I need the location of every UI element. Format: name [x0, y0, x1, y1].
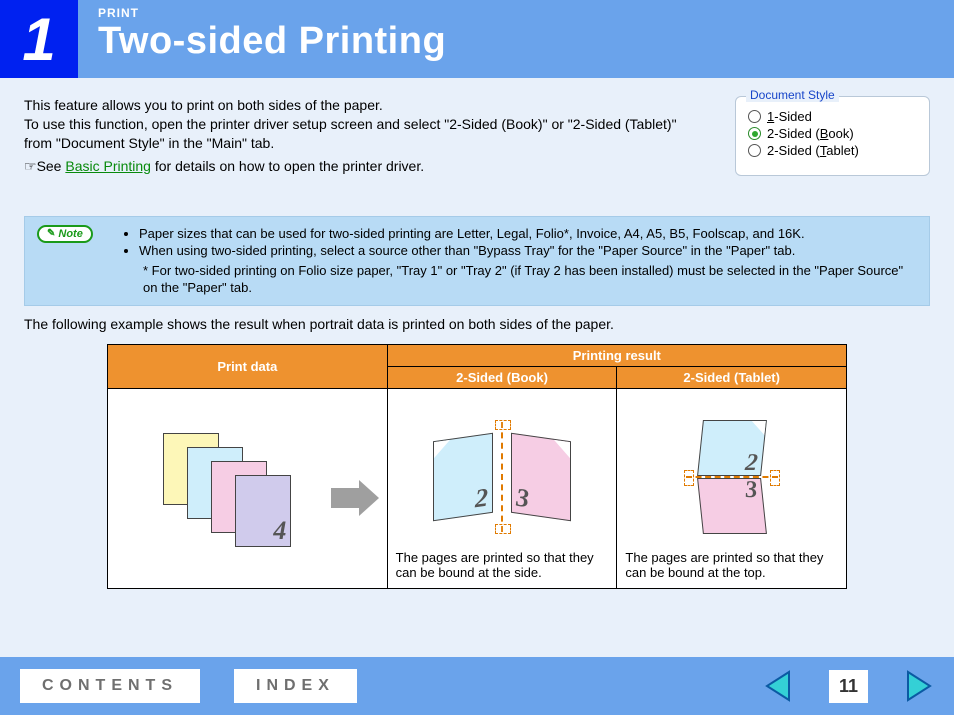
see-line: ☞See Basic Printing for details on how t… — [24, 157, 684, 176]
th-print-data: Print data — [108, 344, 388, 388]
page-icon: 4 — [235, 475, 291, 547]
see-prefix: See — [37, 158, 66, 174]
page-number: 11 — [829, 670, 868, 703]
see-suffix: for details on how to open the printer d… — [151, 158, 424, 174]
breadcrumb: PRINT — [98, 6, 446, 20]
prev-page-button[interactable] — [763, 670, 795, 702]
book-page-right: 3 — [511, 433, 571, 521]
radio-icon — [748, 144, 761, 157]
th-book: 2-Sided (Book) — [387, 366, 617, 388]
pointer-icon: ☞ — [24, 158, 37, 174]
footer-nav: CONTENTS INDEX 11 — [0, 657, 954, 715]
document-style-legend: Document Style — [746, 88, 839, 102]
tablet-caption: The pages are printed so that they can b… — [625, 550, 838, 580]
note-badge: ✎ Note — [37, 225, 93, 244]
book-diagram: 2 3 The pages are printed so that they c… — [387, 388, 617, 588]
note-footnote: * For two-sided printing on Folio size p… — [143, 262, 915, 297]
pencil-icon: ✎ — [47, 227, 55, 241]
note-box: ✎ Note Paper sizes that can be used for … — [24, 216, 930, 306]
intro-text: This feature allows you to print on both… — [24, 96, 684, 176]
binding-edge-icon — [501, 422, 503, 532]
result-table: Print data Printing result 2-Sided (Book… — [107, 344, 847, 589]
note-label: Note — [58, 227, 82, 242]
basic-printing-link[interactable]: Basic Printing — [65, 158, 151, 174]
radio-icon — [748, 127, 761, 140]
chapter-number: 1 — [0, 0, 78, 78]
content-area: This feature allows you to print on both… — [0, 78, 954, 589]
th-tablet: 2-Sided (Tablet) — [617, 366, 847, 388]
contents-button[interactable]: CONTENTS — [20, 669, 200, 703]
print-data-diagram: 1 2 3 4 — [108, 388, 388, 588]
note-list: Paper sizes that can be used for two-sid… — [125, 225, 915, 260]
th-printing-result: Printing result — [387, 344, 846, 366]
index-button[interactable]: INDEX — [234, 669, 357, 703]
example-intro: The following example shows the result w… — [24, 316, 930, 332]
radio-label: 2-Sided (Tablet) — [767, 143, 859, 158]
note-item: Paper sizes that can be used for two-sid… — [139, 225, 915, 243]
page-header: 1 PRINT Two-sided Printing — [0, 0, 954, 78]
tablet-diagram: 2 3 The pages are printed so that they c… — [617, 388, 847, 588]
document-style-panel: Document Style 1-Sided 2-Sided (Book) 2-… — [735, 96, 930, 176]
intro-line: This feature allows you to print on both… — [24, 96, 684, 115]
radio-label: 2-Sided (Book) — [767, 126, 854, 141]
page-title: Two-sided Printing — [98, 20, 446, 63]
tablet-page-bottom: 3 — [697, 478, 767, 534]
radio-2sided-tablet[interactable]: 2-Sided (Tablet) — [748, 143, 917, 158]
book-page-left: 2 — [433, 433, 493, 521]
radio-1sided[interactable]: 1-Sided — [748, 109, 917, 124]
radio-icon — [748, 110, 761, 123]
next-page-button[interactable] — [902, 670, 934, 702]
header-text: PRINT Two-sided Printing — [78, 0, 446, 78]
note-item: When using two-sided printing, select a … — [139, 242, 915, 260]
radio-label: 1-Sided — [767, 109, 812, 124]
tablet-page-top: 2 — [697, 420, 767, 476]
intro-line: To use this function, open the printer d… — [24, 115, 684, 153]
radio-2sided-book[interactable]: 2-Sided (Book) — [748, 126, 917, 141]
book-caption: The pages are printed so that they can b… — [396, 550, 609, 580]
